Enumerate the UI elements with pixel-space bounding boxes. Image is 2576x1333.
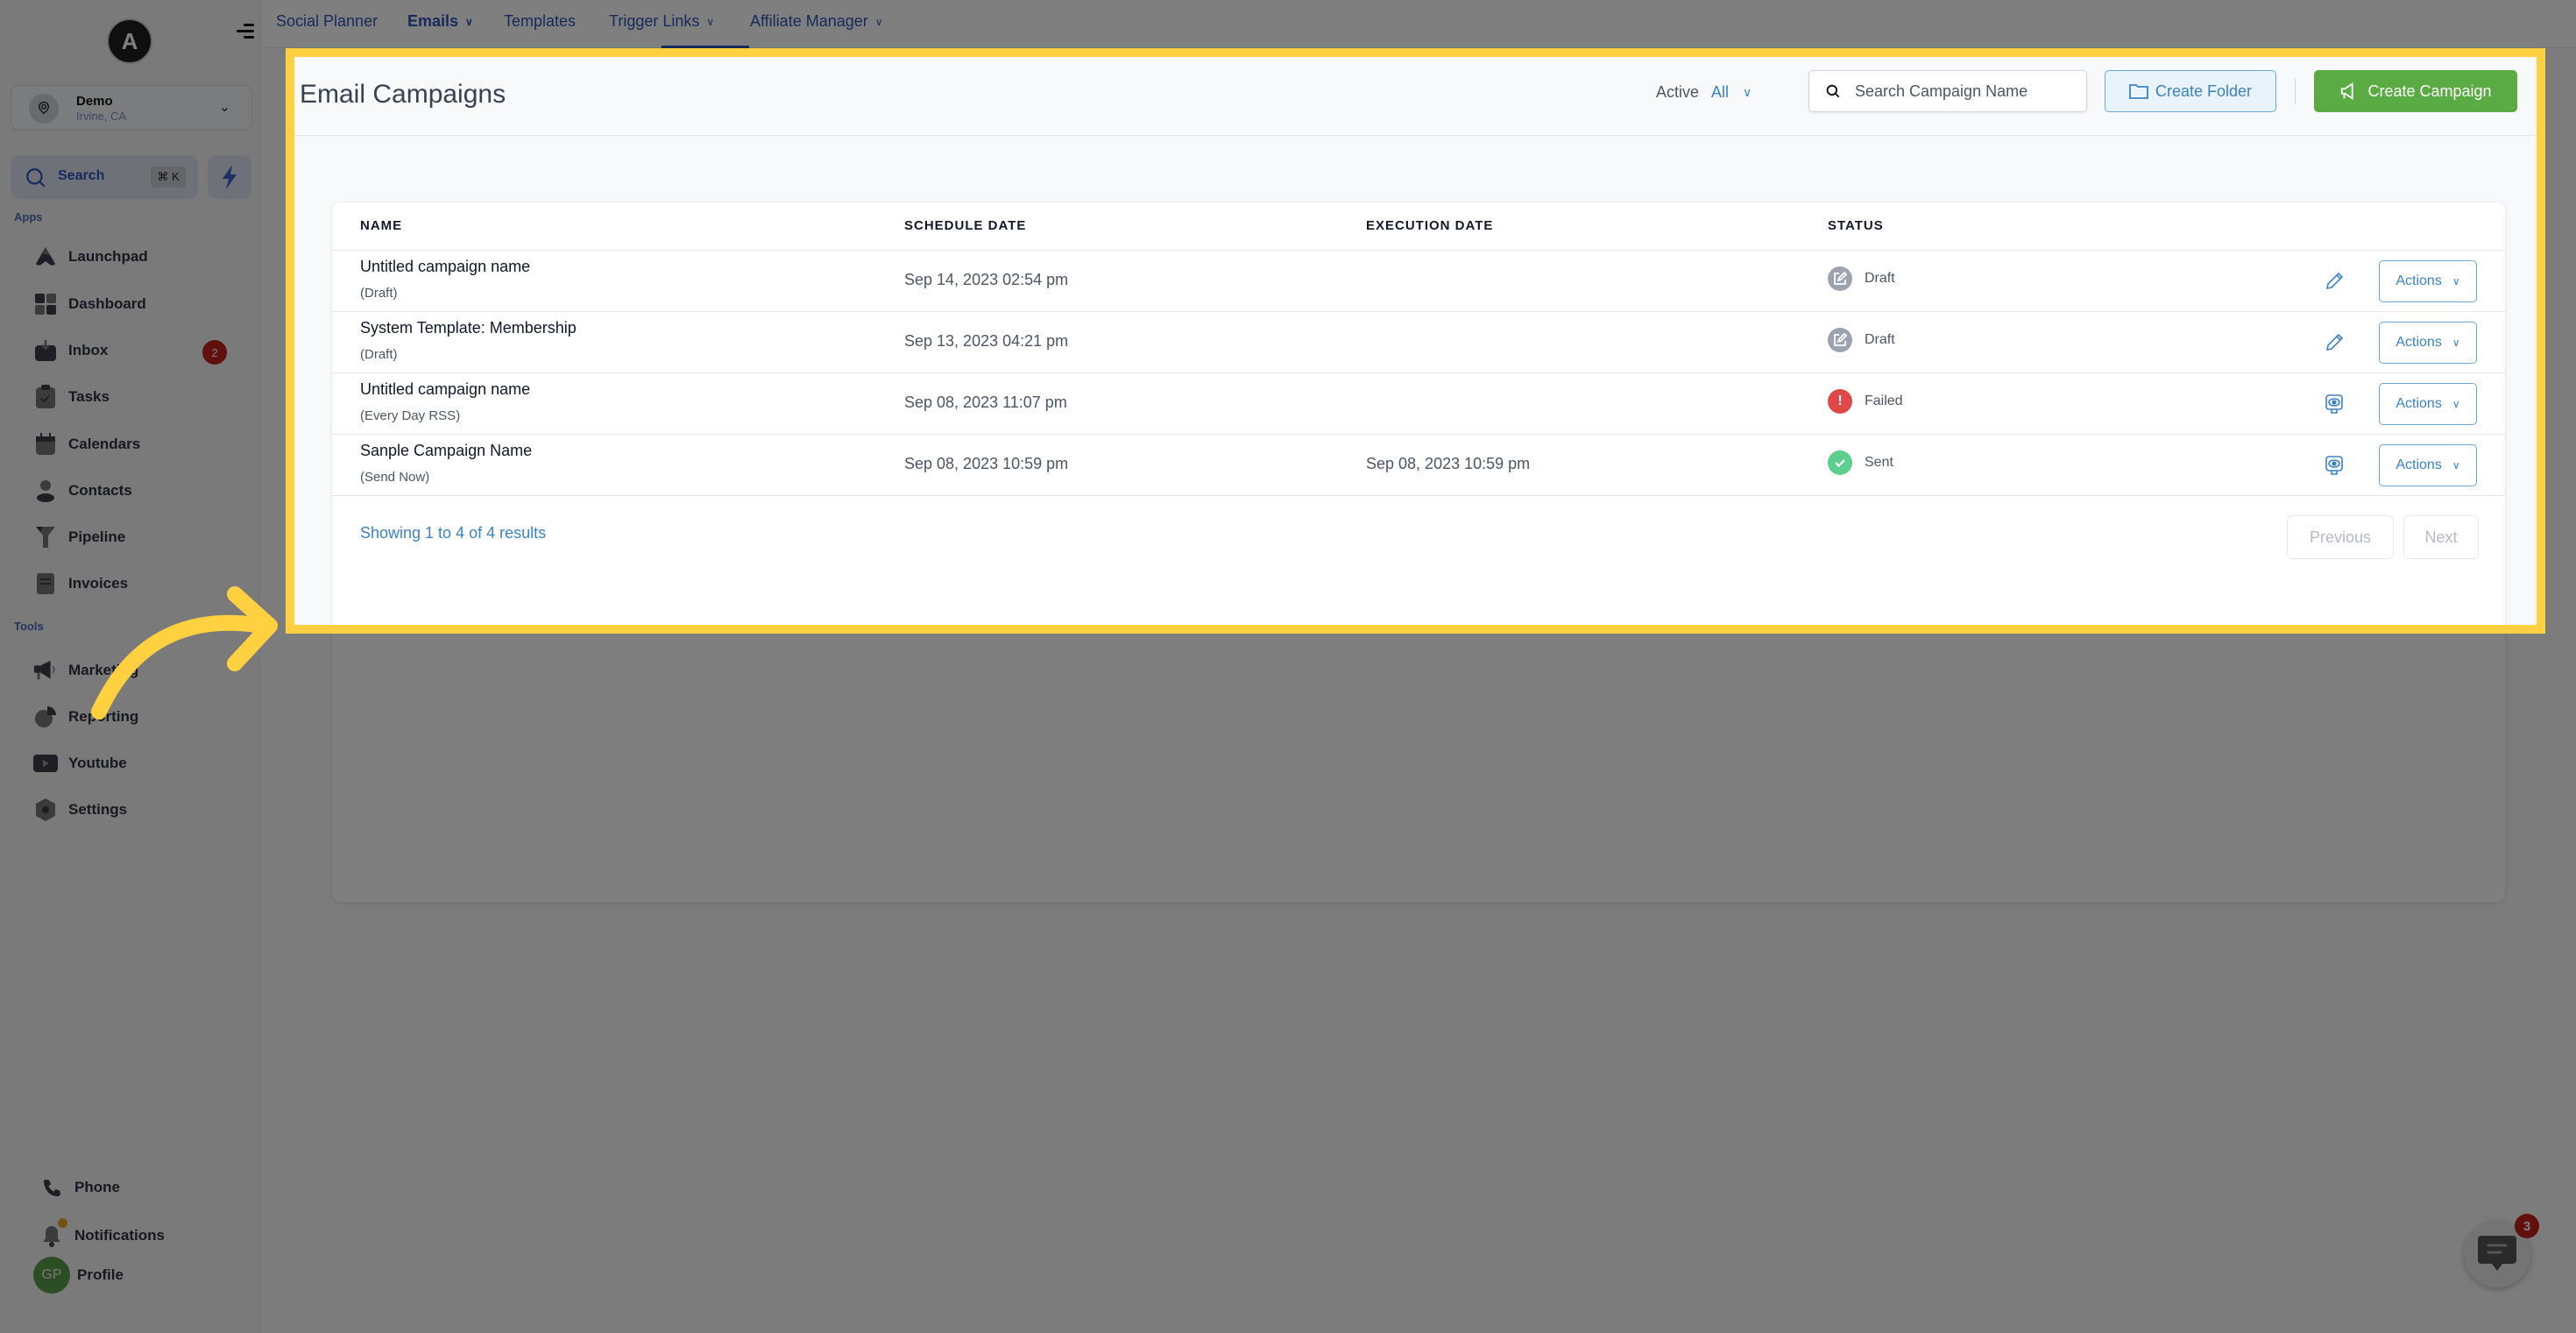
- actions-dropdown[interactable]: Actions ∨: [2379, 383, 2477, 425]
- column-header-execution-date: EXECUTION DATE: [1366, 218, 1494, 233]
- page-title: Email Campaigns: [300, 80, 506, 109]
- dim-overlay-right: [2545, 48, 2576, 634]
- divider: [2295, 78, 2296, 104]
- status-text: Draft: [1865, 332, 1895, 347]
- chevron-down-icon: ∨: [1743, 85, 1752, 99]
- chevron-down-icon: ∨: [2452, 459, 2460, 472]
- status-badge: ! Failed: [1828, 389, 1903, 414]
- sent-check-icon: [1828, 450, 1852, 475]
- column-header-status: STATUS: [1828, 218, 1884, 233]
- search-icon: [1826, 84, 1840, 98]
- campaign-type: (Draft): [360, 286, 398, 301]
- megaphone-icon: [2341, 82, 2354, 100]
- campaign-search-input[interactable]: [1855, 82, 2065, 101]
- campaign-type: (Draft): [360, 347, 398, 362]
- status-text: Failed: [1865, 394, 1903, 408]
- preview-eye-icon[interactable]: [2321, 452, 2347, 479]
- campaign-name[interactable]: Untitled campaign name: [360, 380, 530, 399]
- schedule-date: Sep 08, 2023 10:59 pm: [904, 455, 1069, 472]
- table-row[interactable]: Untitled campaign name (Draft) Sep 14, 2…: [332, 250, 2507, 311]
- chevron-down-icon: ∨: [2452, 398, 2460, 410]
- actions-label: Actions: [2396, 273, 2442, 288]
- draft-status-icon: [1828, 266, 1852, 291]
- folder-icon: [2129, 84, 2148, 99]
- campaign-type: (Send Now): [360, 470, 430, 485]
- campaign-name[interactable]: Sanple Campaign Name: [360, 442, 532, 460]
- dim-overlay-top: [0, 0, 2576, 48]
- actions-label: Actions: [2396, 396, 2442, 411]
- failed-status-icon: !: [1828, 389, 1852, 414]
- actions-label: Actions: [2396, 335, 2442, 350]
- table-row[interactable]: System Template: Membership (Draft) Sep …: [332, 311, 2507, 372]
- dim-overlay-left: [0, 48, 286, 634]
- status-badge: Draft: [1828, 328, 1895, 352]
- table-row[interactable]: Sanple Campaign Name (Send Now) Sep 08, …: [332, 434, 2507, 495]
- status-text: Draft: [1865, 271, 1895, 286]
- campaign-name[interactable]: System Template: Membership: [360, 319, 577, 337]
- draft-status-icon: [1828, 328, 1852, 352]
- schedule-date: Sep 13, 2023 04:21 pm: [904, 332, 1069, 350]
- previous-page-button[interactable]: Previous: [2287, 515, 2394, 559]
- status-badge: Draft: [1828, 266, 1895, 291]
- column-header-schedule-date: SCHEDULE DATE: [904, 218, 1027, 233]
- campaign-name[interactable]: Untitled campaign name: [360, 258, 530, 276]
- edit-pencil-icon[interactable]: [2321, 330, 2347, 356]
- create-campaign-label: Create Campaign: [2367, 82, 2492, 100]
- chevron-down-icon: ∨: [2452, 275, 2460, 287]
- schedule-date: Sep 14, 2023 02:54 pm: [904, 271, 1069, 288]
- page-header: Email Campaigns Active All ∨ Create Fold…: [294, 57, 2537, 136]
- status-badge: Sent: [1828, 450, 1893, 475]
- create-folder-button[interactable]: Create Folder: [2105, 70, 2276, 112]
- filter-label: Active: [1656, 83, 1700, 101]
- create-folder-label: Create Folder: [2155, 82, 2253, 100]
- actions-dropdown[interactable]: Actions ∨: [2379, 322, 2477, 364]
- schedule-date: Sep 08, 2023 11:07 pm: [904, 394, 1067, 411]
- pagination-summary: Showing 1 to 4 of 4 results: [360, 524, 547, 542]
- actions-label: Actions: [2396, 457, 2442, 472]
- actions-dropdown[interactable]: Actions ∨: [2379, 260, 2477, 302]
- table-row[interactable]: Untitled campaign name (Every Day RSS) S…: [332, 372, 2507, 434]
- column-header-name: NAME: [360, 218, 403, 233]
- preview-eye-icon[interactable]: [2321, 391, 2347, 417]
- edit-pencil-icon[interactable]: [2321, 268, 2347, 294]
- actions-dropdown[interactable]: Actions ∨: [2379, 444, 2477, 486]
- status-text: Sent: [1865, 455, 1893, 470]
- chevron-down-icon: ∨: [2452, 337, 2460, 349]
- filter-value: All: [1711, 83, 1730, 101]
- campaign-search-box[interactable]: [1808, 70, 2087, 112]
- dim-overlay-bottom: [0, 634, 2576, 1333]
- execution-date: Sep 08, 2023 10:59 pm: [1366, 455, 1531, 472]
- campaign-type: (Every Day RSS): [360, 408, 461, 423]
- next-page-button[interactable]: Next: [2403, 515, 2479, 559]
- status-filter[interactable]: Active All ∨: [1656, 83, 1752, 102]
- create-campaign-button[interactable]: Create Campaign: [2314, 70, 2517, 112]
- table-footer: Showing 1 to 4 of 4 results Previous Nex…: [332, 495, 2507, 559]
